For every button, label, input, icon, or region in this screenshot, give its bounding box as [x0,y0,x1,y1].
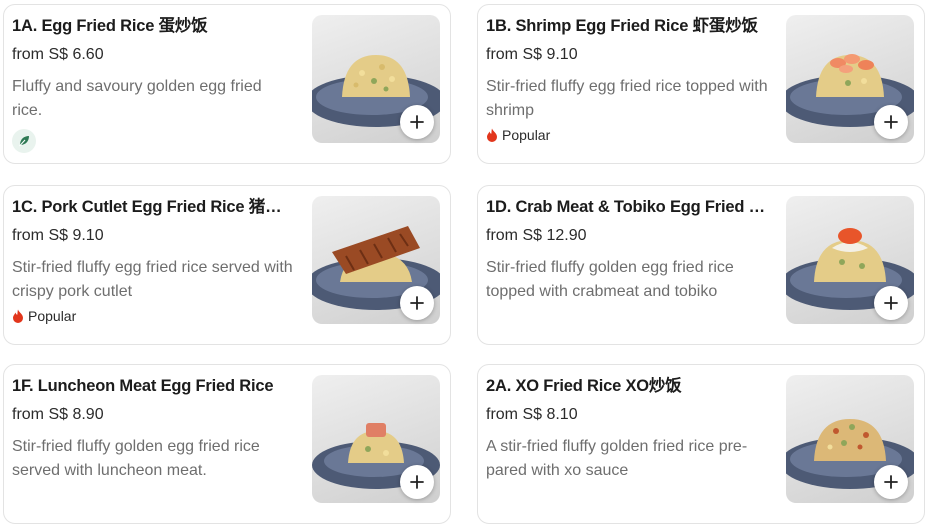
menu-item-description: Fluffy and savoury golden egg fried rice… [12,78,262,119]
plus-icon [884,115,898,129]
add-to-cart-button[interactable] [400,286,434,320]
popular-label: Popular [502,127,551,143]
plus-icon [884,475,898,489]
menu-item-description: Stir-fried fluffy egg fried rice topped … [486,78,768,119]
menu-item-card[interactable]: 1C. Pork Cutlet Egg Fried Rice 猪扒… from … [3,185,451,345]
menu-item-description: A stir-fried fluffy golden fried rice pr… [486,438,748,479]
menu-item-text: 1B. Shrimp Egg Fried Rice 虾蛋炒饭 from S$ 9… [486,15,770,145]
menu-item-title: 2A. XO Fried Rice XO炒饭 [486,377,682,395]
menu-item-card[interactable]: 1D. Crab Meat & Tobiko Egg Fried R… from… [477,185,925,345]
menu-item-text: 1F. Luncheon Meat Egg Fried Rice from S$… [12,375,296,483]
menu-item-price: from S$ 12.90 [486,227,587,244]
menu-item-text: 1A. Egg Fried Rice 蛋炒饭 from S$ 6.60 Fluf… [12,15,296,153]
menu-item-card[interactable]: 1B. Shrimp Egg Fried Rice 虾蛋炒饭 from S$ 9… [477,4,925,164]
menu-item-description: Stir-fried fluffy golden egg fried rice … [12,438,260,479]
menu-item-text: 1C. Pork Cutlet Egg Fried Rice 猪扒… from … [12,196,296,326]
add-to-cart-button[interactable] [874,465,908,499]
menu-item-description: Stir-fried fluffy golden egg fried rice … [486,259,734,300]
add-to-cart-button[interactable] [400,465,434,499]
popular-badge: Popular [486,125,770,145]
menu-item-price: from S$ 8.90 [12,406,104,423]
vegetarian-badge [12,129,36,153]
menu-item-price: from S$ 9.10 [486,46,578,63]
plus-icon [410,296,424,310]
menu-item-price: from S$ 6.60 [12,46,104,63]
menu-item-title: 1B. Shrimp Egg Fried Rice 虾蛋炒饭 [486,17,758,35]
popular-badge: Popular [12,306,296,326]
menu-item-card[interactable]: 1F. Luncheon Meat Egg Fried Rice from S$… [3,364,451,524]
plus-icon [410,475,424,489]
plus-icon [410,115,424,129]
menu-item-card[interactable]: 1A. Egg Fried Rice 蛋炒饭 from S$ 6.60 Fluf… [3,4,451,164]
add-to-cart-button[interactable] [874,105,908,139]
add-to-cart-button[interactable] [874,286,908,320]
menu-item-text: 1D. Crab Meat & Tobiko Egg Fried R… from… [486,196,770,304]
menu-item-description: Stir-fried fluffy egg fried rice served … [12,259,293,300]
popular-label: Popular [28,308,77,324]
menu-item-card[interactable]: 2A. XO Fried Rice XO炒饭 from S$ 8.10 A st… [477,364,925,524]
add-to-cart-button[interactable] [400,105,434,139]
flame-icon [487,128,497,142]
plus-icon [884,296,898,310]
menu-item-title: 1C. Pork Cutlet Egg Fried Rice 猪扒… [12,198,296,216]
flame-icon [13,309,23,323]
menu-item-title: 1A. Egg Fried Rice 蛋炒饭 [12,17,208,35]
menu-item-text: 2A. XO Fried Rice XO炒饭 from S$ 8.10 A st… [486,375,770,483]
menu-item-price: from S$ 8.10 [486,406,578,423]
menu-item-price: from S$ 9.10 [12,227,104,244]
menu-item-title: 1D. Crab Meat & Tobiko Egg Fried R… [486,198,770,216]
leaf-icon [19,136,29,147]
menu-item-title: 1F. Luncheon Meat Egg Fried Rice [12,377,274,395]
